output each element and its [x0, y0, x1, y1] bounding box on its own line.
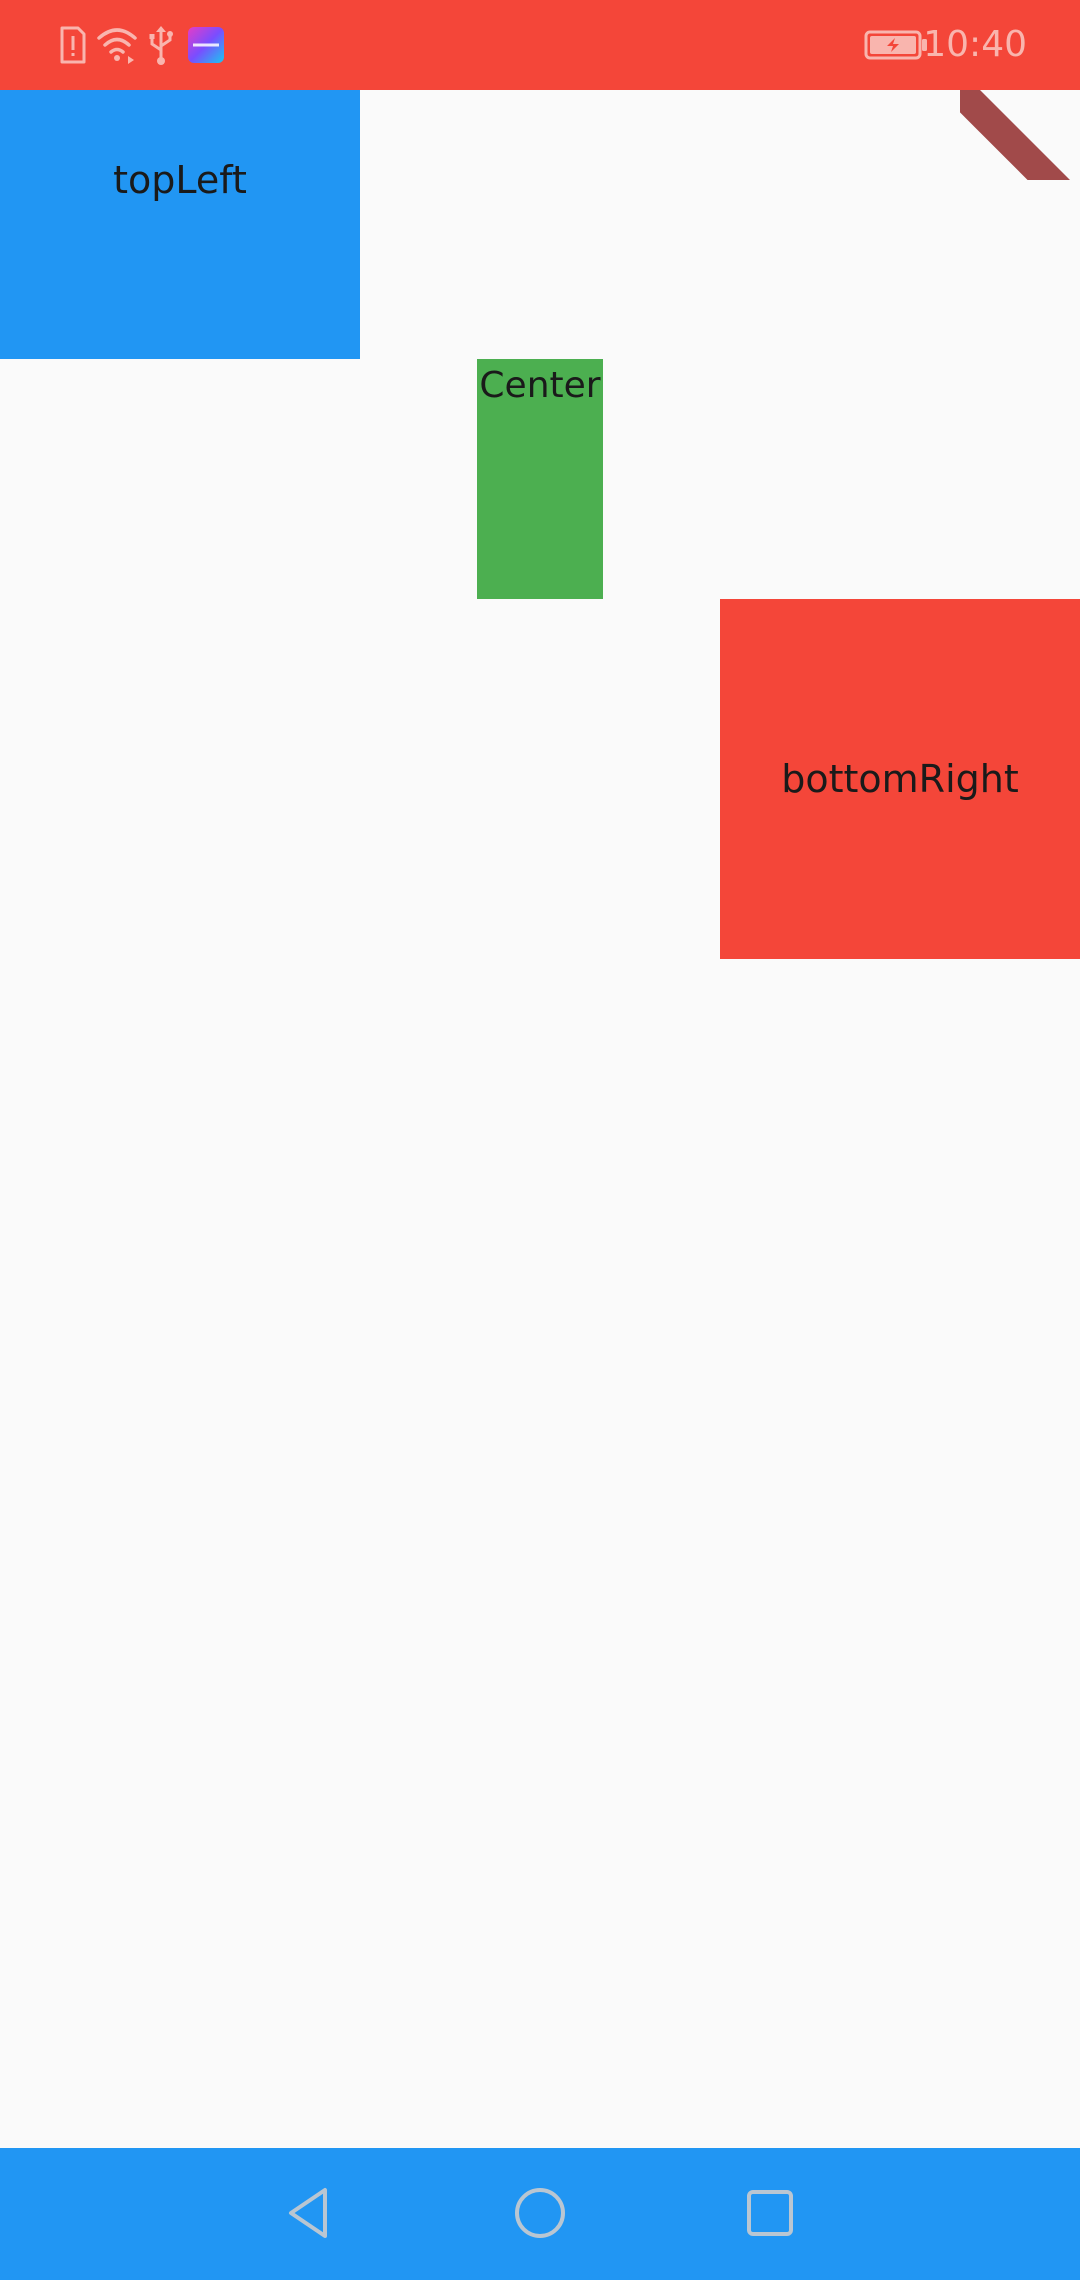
wifi-icon: [97, 28, 137, 64]
home-icon[interactable]: [505, 2178, 575, 2248]
bottom-right-label: bottomRight: [781, 757, 1019, 801]
back-icon[interactable]: [273, 2178, 343, 2248]
recents-icon[interactable]: [735, 2178, 805, 2248]
battery-charging-icon: [864, 30, 927, 60]
top-left-box: topLeft: [0, 90, 360, 359]
debug-banner: [960, 90, 1080, 180]
clock-time: 10:40: [923, 24, 1027, 65]
usb-icon: [149, 26, 173, 65]
debug-band: [960, 90, 1080, 180]
top-left-label: topLeft: [113, 157, 247, 202]
center-label: Center: [479, 365, 601, 406]
sim-alert-icon: [60, 26, 86, 64]
center-box: Center: [477, 359, 603, 599]
status-bar: 10:40: [0, 0, 1080, 90]
bottom-right-box: bottomRight: [720, 599, 1080, 959]
navigation-bar: [0, 2148, 1080, 2280]
content-area: topLeft Center bottomRight: [0, 90, 1080, 2148]
honor-app-icon: [188, 27, 224, 63]
